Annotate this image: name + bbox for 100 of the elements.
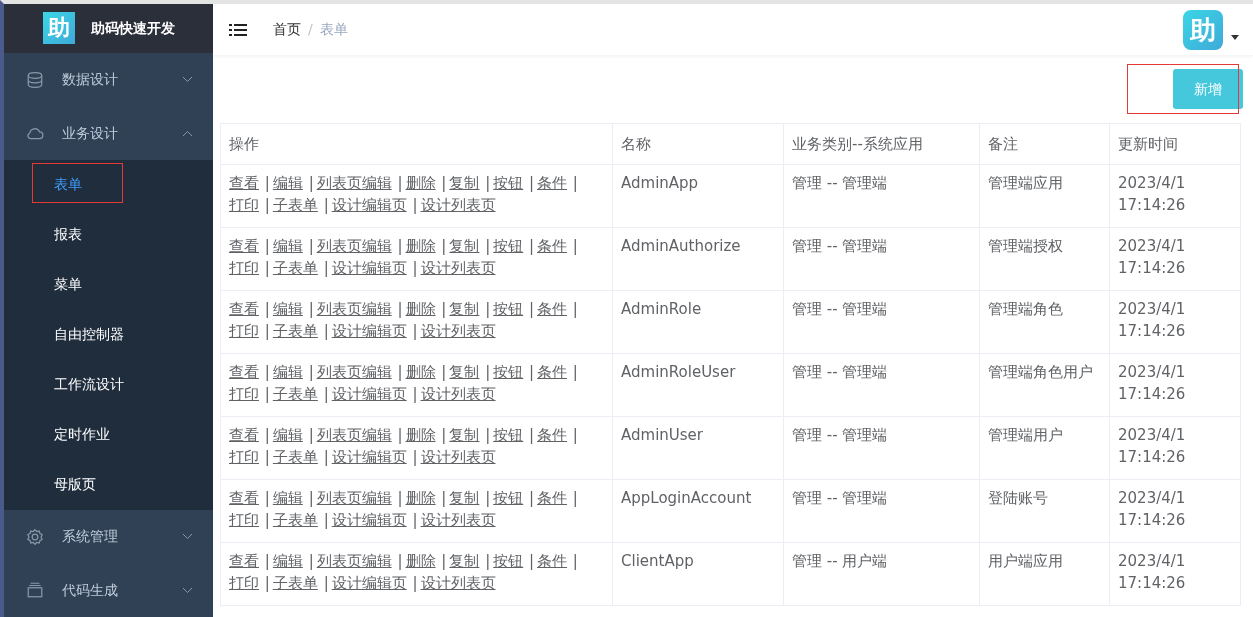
menu-item[interactable]: 自由控制器	[54, 324, 124, 346]
menu-item[interactable]: 表单	[54, 174, 82, 196]
menu-item[interactable]: 菜单	[54, 274, 82, 296]
action-link[interactable]: 条件	[537, 300, 568, 318]
action-link[interactable]: 设计列表页	[420, 322, 496, 340]
menu-group[interactable]: 代码生成	[4, 563, 213, 617]
action-link[interactable]: 删除	[405, 363, 436, 381]
action-link[interactable]: 打印	[229, 511, 259, 529]
action-link[interactable]: 列表页编辑	[316, 552, 392, 570]
action-link[interactable]: 按钮	[493, 489, 524, 507]
action-link[interactable]: 条件	[537, 552, 568, 570]
link-separator: |	[485, 174, 491, 192]
action-link[interactable]: 子表单	[272, 196, 318, 214]
menu-group[interactable]: 数据设计	[4, 52, 213, 107]
action-link[interactable]: 设计列表页	[420, 574, 496, 592]
action-link[interactable]: 查看	[229, 363, 259, 381]
action-link[interactable]: 删除	[405, 426, 436, 444]
action-link[interactable]: 删除	[405, 552, 436, 570]
action-link[interactable]: 打印	[229, 196, 259, 214]
action-link[interactable]: 子表单	[272, 574, 318, 592]
caret-icon[interactable]	[1231, 35, 1239, 40]
action-link[interactable]: 设计编辑页	[331, 196, 407, 214]
action-link[interactable]: 复制	[449, 489, 480, 507]
action-link[interactable]: 子表单	[272, 322, 318, 340]
action-link[interactable]: 子表单	[272, 385, 318, 403]
action-link[interactable]: 删除	[405, 237, 436, 255]
action-link[interactable]: 复制	[449, 552, 480, 570]
menu-item[interactable]: 工作流设计	[54, 374, 124, 396]
action-link[interactable]: 条件	[537, 489, 568, 507]
action-link[interactable]: 列表页编辑	[316, 363, 392, 381]
action-link[interactable]: 设计编辑页	[331, 385, 407, 403]
action-link[interactable]: 查看	[229, 426, 259, 444]
breadcrumb-item[interactable]: 首页	[273, 19, 301, 40]
action-link[interactable]: 复制	[449, 174, 480, 192]
action-link[interactable]: 条件	[537, 426, 568, 444]
menu-item[interactable]: 定时作业	[54, 424, 110, 446]
action-link[interactable]: 子表单	[272, 448, 318, 466]
action-link[interactable]: 删除	[405, 174, 436, 192]
action-link[interactable]: 按钮	[493, 552, 524, 570]
table-cell: AdminRole	[612, 290, 784, 354]
action-link[interactable]: 按钮	[493, 237, 524, 255]
table-cell: 管理 -- 管理端	[783, 164, 980, 228]
action-link[interactable]: 条件	[537, 237, 568, 255]
action-link[interactable]: 设计列表页	[420, 196, 496, 214]
action-link[interactable]: 列表页编辑	[316, 237, 392, 255]
action-link[interactable]: 设计列表页	[420, 511, 496, 529]
action-link[interactable]: 设计编辑页	[331, 511, 407, 529]
action-link[interactable]: 编辑	[272, 174, 303, 192]
action-link[interactable]: 设计编辑页	[331, 448, 407, 466]
action-link[interactable]: 列表页编辑	[316, 174, 392, 192]
action-link[interactable]: 删除	[405, 300, 436, 318]
action-link[interactable]: 查看	[229, 489, 259, 507]
link-separator: |	[412, 511, 418, 529]
link-separator: |	[397, 363, 403, 381]
action-link[interactable]: 子表单	[272, 511, 318, 529]
link-separator: |	[485, 552, 491, 570]
menu-icon[interactable]	[229, 22, 247, 37]
action-link[interactable]: 按钮	[493, 174, 524, 192]
action-link[interactable]: 查看	[229, 300, 259, 318]
action-link[interactable]: 编辑	[272, 363, 303, 381]
action-link[interactable]: 设计列表页	[420, 259, 496, 277]
menu-item[interactable]: 母版页	[54, 474, 96, 496]
action-link[interactable]: 查看	[229, 552, 259, 570]
action-link[interactable]: 列表页编辑	[316, 426, 392, 444]
action-link[interactable]: 设计编辑页	[331, 259, 407, 277]
action-link[interactable]: 复制	[449, 426, 480, 444]
action-link[interactable]: 列表页编辑	[316, 300, 392, 318]
action-link[interactable]: 按钮	[493, 300, 524, 318]
action-link[interactable]: 打印	[229, 385, 259, 403]
action-link[interactable]: 编辑	[272, 552, 303, 570]
link-separator: |	[572, 300, 578, 318]
action-link[interactable]: 按钮	[493, 426, 524, 444]
action-link[interactable]: 设计编辑页	[331, 322, 407, 340]
menu-item[interactable]: 报表	[54, 224, 82, 246]
action-link[interactable]: 编辑	[272, 426, 303, 444]
action-link[interactable]: 编辑	[272, 237, 303, 255]
action-link[interactable]: 打印	[229, 322, 259, 340]
action-link[interactable]: 设计列表页	[420, 385, 496, 403]
action-link[interactable]: 复制	[449, 300, 480, 318]
action-link[interactable]: 打印	[229, 574, 259, 592]
action-link[interactable]: 编辑	[272, 300, 303, 318]
action-link[interactable]: 编辑	[272, 489, 303, 507]
action-link[interactable]: 删除	[405, 489, 436, 507]
menu-group[interactable]: 系统管理	[4, 509, 213, 564]
action-link[interactable]: 打印	[229, 448, 259, 466]
action-link[interactable]: 列表页编辑	[316, 489, 392, 507]
action-link[interactable]: 打印	[229, 259, 259, 277]
action-link[interactable]: 设计列表页	[420, 448, 496, 466]
action-link[interactable]: 设计编辑页	[331, 574, 407, 592]
action-link[interactable]: 复制	[449, 237, 480, 255]
menu-group[interactable]: 业务设计	[4, 106, 213, 160]
action-link[interactable]: 子表单	[272, 259, 318, 277]
action-link[interactable]: 按钮	[493, 363, 524, 381]
action-link[interactable]: 查看	[229, 237, 259, 255]
action-link[interactable]: 复制	[449, 363, 480, 381]
link-separator: |	[308, 300, 314, 318]
action-link[interactable]: 条件	[537, 363, 568, 381]
table-cell: 2023/4/1 17:14:26	[1109, 353, 1241, 417]
action-link[interactable]: 查看	[229, 174, 259, 192]
action-link[interactable]: 条件	[537, 174, 568, 192]
